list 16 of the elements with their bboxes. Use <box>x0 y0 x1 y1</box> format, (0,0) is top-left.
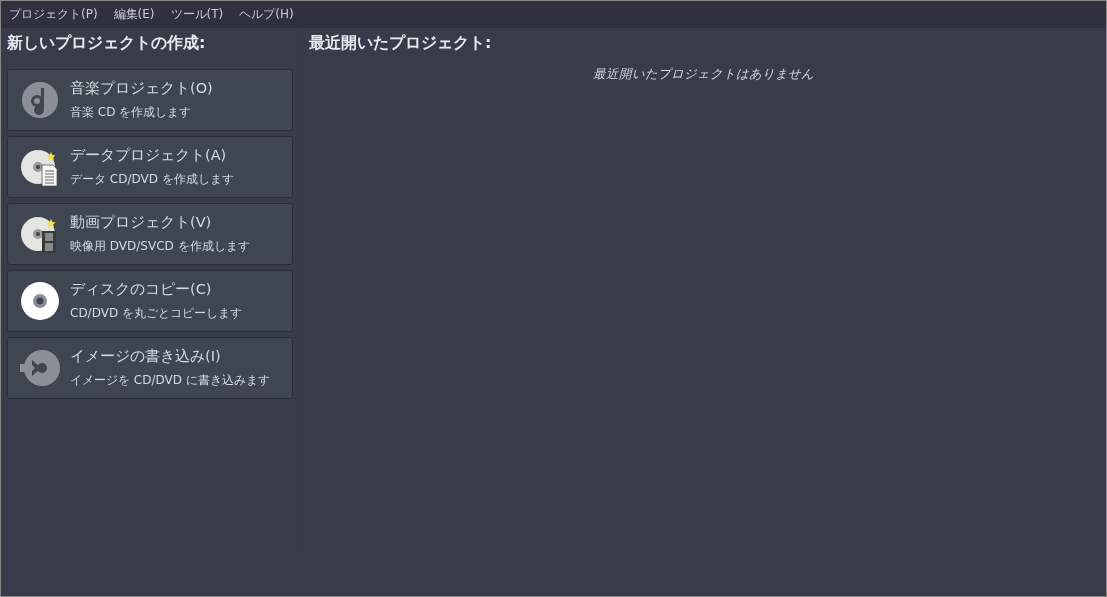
section-title: 最近開いたプロジェクト: <box>309 32 493 54</box>
disc-icon <box>20 281 60 321</box>
empty-message: 最近開いたプロジェクトはありません <box>591 66 815 83</box>
project-button[interactable]: データプロジェクト(A) データ CD/DVD を作成します <box>7 136 293 198</box>
menu-item[interactable]: ツール(T) <box>170 6 224 23</box>
music-disc-icon <box>20 80 60 120</box>
project-button[interactable]: 動画プロジェクト(V) 映像用 DVD/SVCD を作成します <box>7 203 293 265</box>
disc-document-icon <box>20 147 60 187</box>
disc-arrow-icon <box>20 348 60 388</box>
project-button[interactable]: イメージの書き込み(I) イメージを CD/DVD に書き込みます <box>7 337 293 399</box>
project-button[interactable]: 音楽プロジェクト(O) 音楽 CD を作成します <box>7 69 293 131</box>
menu-item[interactable]: ヘルプ(H) <box>239 6 294 23</box>
project-button[interactable]: ディスクのコピー(C) CD/DVD を丸ごとコピーします <box>7 270 293 332</box>
section-title: 新しいプロジェクトの作成: <box>7 32 207 54</box>
menu-item[interactable]: 編集(E) <box>113 6 155 23</box>
menu-item[interactable]: プロジェクト(P) <box>9 6 98 23</box>
